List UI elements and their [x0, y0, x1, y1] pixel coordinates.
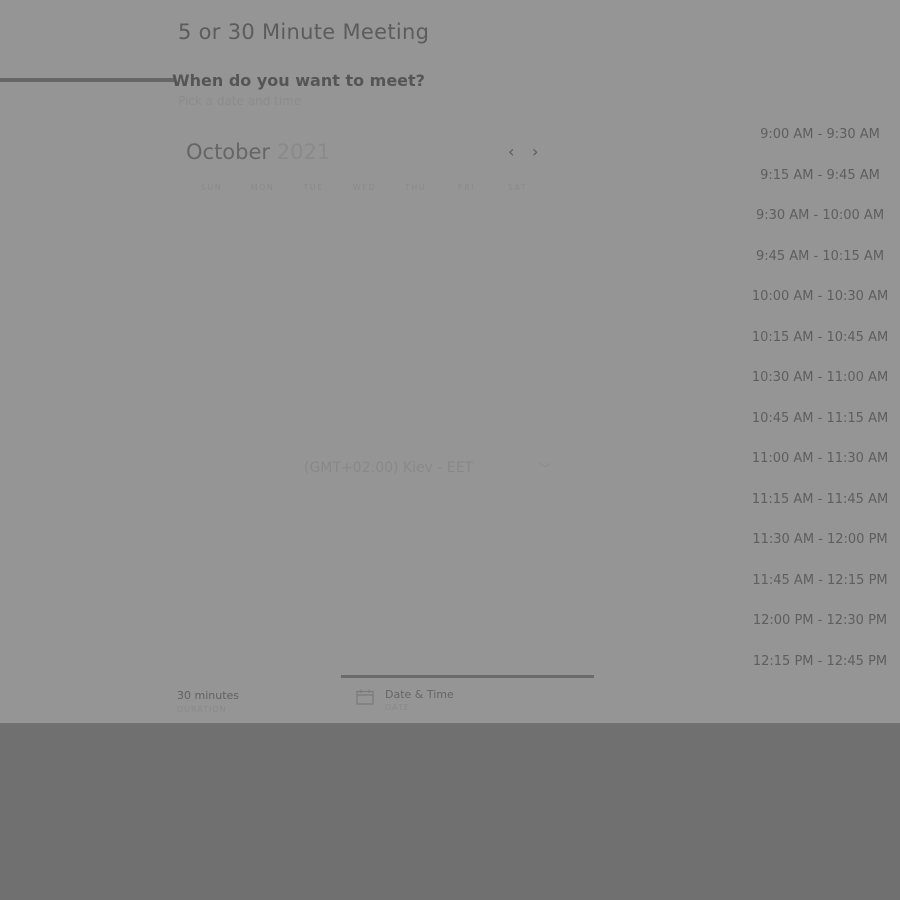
calendar-month-label: October 2021	[186, 140, 330, 164]
time-slot-list: 9:00 AM - 9:30 AM 9:15 AM - 9:45 AM 9:30…	[740, 125, 900, 692]
section-heading: When do you want to meet?	[172, 71, 425, 90]
weekday-label: TUE	[303, 183, 324, 192]
weekday-label: SUN	[200, 183, 223, 192]
time-slot[interactable]: 11:15 AM - 11:45 AM	[740, 490, 900, 531]
year-label: 2021	[276, 140, 331, 164]
time-slot[interactable]: 11:30 AM - 12:00 PM	[740, 530, 900, 571]
time-slot[interactable]: 10:00 AM - 10:30 AM	[740, 287, 900, 328]
chevron-left-icon[interactable]: ‹	[508, 144, 514, 160]
progress-indicator	[0, 78, 176, 82]
time-slot[interactable]: 9:15 AM - 9:45 AM	[740, 166, 900, 207]
month-name: October	[186, 140, 271, 164]
weekday-label: MON	[250, 183, 275, 192]
step-caption: DATE	[385, 703, 410, 712]
time-slot[interactable]: 10:45 AM - 11:15 AM	[740, 409, 900, 450]
chevron-down-icon[interactable]: ﹀	[539, 460, 551, 477]
weekday-label: FRI	[457, 183, 476, 192]
duration-value: 30 minutes	[177, 689, 240, 702]
time-slot[interactable]: 10:30 AM - 11:00 AM	[740, 368, 900, 409]
weekday-header: SUN MON TUE WED THU FRI SAT	[186, 183, 543, 192]
weekday-label: WED	[352, 183, 377, 192]
section-subtitle: Pick a date and time	[178, 94, 302, 108]
step-label: Date & Time	[385, 688, 454, 701]
weekday-label: SAT	[507, 183, 528, 192]
booking-panel: 5 or 30 Minute Meeting When do you want …	[0, 0, 900, 723]
duration-caption: DURATION	[177, 705, 227, 714]
time-slot[interactable]: 9:30 AM - 10:00 AM	[740, 206, 900, 247]
time-slot[interactable]: 11:45 AM - 12:15 PM	[740, 571, 900, 612]
page-title: 5 or 30 Minute Meeting	[178, 20, 430, 44]
time-slot[interactable]: 11:00 AM - 11:30 AM	[740, 449, 900, 490]
step-active-indicator	[341, 675, 594, 678]
weekday-label: THU	[404, 183, 427, 192]
calendar-icon	[356, 689, 374, 705]
time-slot[interactable]: 9:00 AM - 9:30 AM	[740, 125, 900, 166]
time-slot[interactable]: 9:45 AM - 10:15 AM	[740, 247, 900, 288]
timezone-select[interactable]: (GMT+02:00) Kiev - EET	[304, 460, 473, 476]
chevron-right-icon[interactable]: ›	[532, 144, 538, 160]
time-slot[interactable]: 12:00 PM - 12:30 PM	[740, 611, 900, 652]
time-slot[interactable]: 10:15 AM - 10:45 AM	[740, 328, 900, 369]
time-slot[interactable]: 12:15 PM - 12:45 PM	[740, 652, 900, 693]
